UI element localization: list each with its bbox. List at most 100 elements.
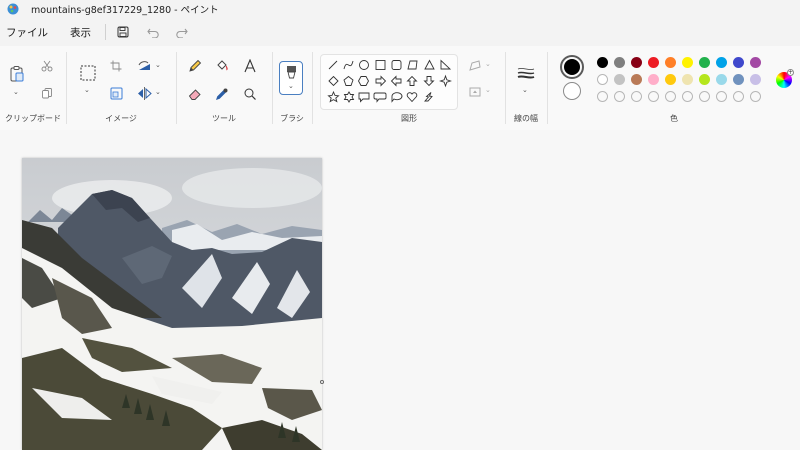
up-arrow-shape-icon[interactable] <box>406 75 418 86</box>
color-swatch[interactable] <box>682 57 693 68</box>
view-menu[interactable]: 表示 <box>66 25 95 40</box>
secondary-color-swatch[interactable] <box>563 82 581 100</box>
primary-color-dot <box>564 59 580 75</box>
color-swatch[interactable] <box>733 74 744 85</box>
canvas-resize-handle[interactable] <box>320 380 324 384</box>
select-icon[interactable] <box>79 64 97 82</box>
custom-color-slot[interactable] <box>665 91 676 102</box>
rect-callout-shape-icon[interactable] <box>358 92 370 103</box>
shapes-group-label: 図形 <box>401 114 417 123</box>
copy-icon[interactable] <box>40 86 54 100</box>
custom-color-slot[interactable] <box>716 91 727 102</box>
colors-group-label: 色 <box>670 114 678 123</box>
lightning-shape-icon[interactable] <box>424 92 433 102</box>
pencil-icon[interactable] <box>187 58 203 74</box>
stroke-width-icon[interactable] <box>516 66 536 80</box>
hexagon-shape-icon[interactable] <box>357 76 370 86</box>
four-point-star-shape-icon[interactable] <box>439 74 452 88</box>
save-icon[interactable] <box>116 25 130 39</box>
custom-color-slot[interactable] <box>750 91 761 102</box>
right-triangle-shape-icon[interactable] <box>440 59 452 70</box>
menu-separator <box>105 24 106 40</box>
brush-icon <box>287 66 296 79</box>
color-swatch[interactable] <box>750 74 761 85</box>
custom-color-slot[interactable] <box>682 91 693 102</box>
outline-chevron-down-icon[interactable]: ⌄ <box>485 60 491 68</box>
color-swatch[interactable] <box>631 57 642 68</box>
magnifier-icon[interactable] <box>242 86 258 102</box>
color-swatch[interactable] <box>682 74 693 85</box>
color-swatch[interactable] <box>665 57 676 68</box>
color-swatch[interactable] <box>716 74 727 85</box>
file-menu[interactable]: ファイル <box>2 25 52 40</box>
undo-icon[interactable] <box>146 25 160 39</box>
color-swatch[interactable] <box>716 57 727 68</box>
five-point-star-shape-icon[interactable] <box>327 90 340 103</box>
image-group: ⌄ ⌄ ⌄ イメージ <box>67 46 175 130</box>
right-arrow-shape-icon[interactable] <box>375 75 387 87</box>
text-icon[interactable] <box>242 58 258 74</box>
color-swatch[interactable] <box>597 57 608 68</box>
color-swatch[interactable] <box>648 74 659 85</box>
curve-shape-icon[interactable] <box>343 60 354 70</box>
redo-icon[interactable] <box>174 25 188 39</box>
six-point-star-shape-icon[interactable] <box>343 91 355 103</box>
paste-icon[interactable] <box>8 64 26 84</box>
oval-callout-shape-icon[interactable] <box>391 92 403 103</box>
custom-color-slot[interactable] <box>631 91 642 102</box>
oval-shape-icon[interactable] <box>359 60 369 70</box>
color-swatch[interactable] <box>733 57 744 68</box>
rounded-callout-shape-icon[interactable] <box>373 92 387 103</box>
rotate-chevron-down-icon[interactable]: ⌄ <box>155 61 161 69</box>
left-arrow-shape-icon[interactable] <box>390 75 402 87</box>
fill-icon[interactable] <box>467 84 483 100</box>
shapes-gallery <box>320 54 458 110</box>
color-swatch[interactable] <box>614 57 625 68</box>
fill-bucket-icon[interactable] <box>214 58 230 74</box>
brush-group-label: ブラシ <box>280 114 304 123</box>
outline-icon[interactable] <box>467 58 483 74</box>
custom-color-slot[interactable] <box>614 91 625 102</box>
color-swatch[interactable] <box>614 74 625 85</box>
line-shape-icon[interactable] <box>328 60 338 70</box>
brush-button[interactable]: ⌄ <box>279 61 303 95</box>
flip-chevron-down-icon[interactable]: ⌄ <box>155 88 161 96</box>
color-swatch[interactable] <box>648 57 659 68</box>
crop-icon[interactable] <box>109 59 123 73</box>
rounded-rectangle-shape-icon[interactable] <box>391 60 402 70</box>
add-color-icon[interactable]: + <box>787 69 794 76</box>
rectangle-shape-icon[interactable] <box>375 60 386 70</box>
paste-chevron-down-icon[interactable]: ⌄ <box>13 88 19 96</box>
color-swatch[interactable] <box>597 74 608 85</box>
color-swatch[interactable] <box>750 57 761 68</box>
custom-color-slot[interactable] <box>648 91 659 102</box>
resize-icon[interactable] <box>109 86 123 100</box>
fill-chevron-down-icon[interactable]: ⌄ <box>485 86 491 94</box>
color-swatch[interactable] <box>699 74 710 85</box>
brush-chevron-down-icon[interactable]: ⌄ <box>288 82 294 90</box>
primary-color-swatch[interactable] <box>560 55 584 79</box>
heart-shape-icon[interactable] <box>406 92 418 103</box>
canvas-workspace[interactable] <box>0 130 800 450</box>
tools-group: ツール <box>177 46 271 130</box>
eraser-icon[interactable] <box>187 86 203 102</box>
custom-color-slot[interactable] <box>699 91 710 102</box>
color-swatch[interactable] <box>665 74 676 85</box>
color-swatch[interactable] <box>631 74 642 85</box>
polygon-shape-icon[interactable] <box>407 60 418 70</box>
stroke-width-chevron-down-icon[interactable]: ⌄ <box>522 86 528 94</box>
paint-app-icon <box>7 3 19 15</box>
rotate-icon[interactable] <box>136 59 152 73</box>
color-swatch[interactable] <box>699 57 710 68</box>
triangle-shape-icon[interactable] <box>424 59 435 70</box>
cut-icon[interactable] <box>40 59 54 73</box>
color-picker-icon[interactable] <box>214 86 230 102</box>
custom-color-slot[interactable] <box>733 91 744 102</box>
image-canvas[interactable] <box>22 158 322 450</box>
flip-icon[interactable] <box>136 86 152 100</box>
diamond-shape-icon[interactable] <box>328 75 339 87</box>
pentagon-shape-icon[interactable] <box>343 75 354 86</box>
custom-color-slot[interactable] <box>597 91 608 102</box>
select-chevron-down-icon[interactable]: ⌄ <box>84 86 90 94</box>
down-arrow-shape-icon[interactable] <box>423 76 435 87</box>
